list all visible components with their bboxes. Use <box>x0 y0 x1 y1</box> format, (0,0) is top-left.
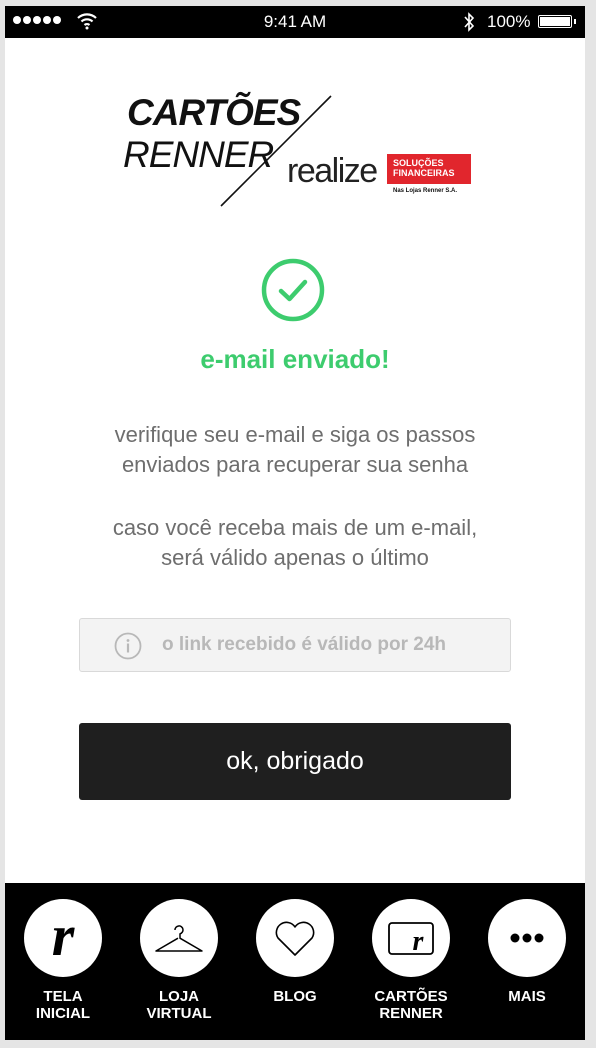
battery-icon <box>538 15 576 28</box>
logo-renner-text: RENNER <box>123 134 274 175</box>
info-box: o link recebido é válido por 24h <box>79 618 511 672</box>
logo-badge-line1: SOLUÇÕES <box>393 158 444 168</box>
hanger-icon <box>140 899 218 977</box>
logo-badge-line2: FINANCEIRAS <box>393 168 455 178</box>
ok-button[interactable]: ok, obrigado <box>79 723 511 800</box>
instruction-line-2: enviados para recuperar sua senha <box>121 452 469 477</box>
tab-label: MAIS <box>469 988 585 1005</box>
bottom-tab-bar: r TELA INICIAL LOJA VIRTUAL BLOG r CARTÕ… <box>5 883 585 1040</box>
info-icon <box>114 632 142 660</box>
card-icon: r <box>372 899 450 977</box>
status-bar: 9:41 AM 100% <box>5 6 585 38</box>
phone-screen: 9:41 AM 100% CARTÕES RENNER realize SOLU… <box>5 6 585 1040</box>
tab-label: BLOG <box>237 988 353 1005</box>
battery-percent: 100% <box>487 12 531 31</box>
svg-text:r: r <box>52 903 75 968</box>
cartoes-renner-logo: CARTÕES RENNER realize SOLUÇÕES FINANCEI… <box>115 86 485 226</box>
instruction-line-1: verifique seu e-mail e siga os passos <box>114 422 476 447</box>
tab-blog[interactable]: BLOG <box>237 883 353 1040</box>
tab-mais[interactable]: MAIS <box>469 883 585 1040</box>
tab-tela-inicial[interactable]: r TELA INICIAL <box>5 883 121 1040</box>
warning-line-1: caso você receba mais de um e-mail, <box>112 515 478 540</box>
tab-label: TELA INICIAL <box>5 988 121 1022</box>
warning-message: caso você receba mais de um e-mail, será… <box>45 513 545 573</box>
instruction-message: verifique seu e-mail e siga os passos en… <box>45 420 545 480</box>
heart-icon <box>256 899 334 977</box>
tab-label-line1: CARTÕES <box>374 988 448 1005</box>
logo-badge: SOLUÇÕES FINANCEIRAS <box>387 154 471 184</box>
logo-realize-text: realize <box>287 152 378 190</box>
tab-label-line1: MAIS <box>508 988 546 1005</box>
tab-label-line2: RENNER <box>379 1005 443 1022</box>
info-text: o link recebido é válido por 24h <box>162 634 447 655</box>
check-circle-icon <box>261 258 325 322</box>
more-dots-icon <box>488 899 566 977</box>
tab-label: CARTÕES RENNER <box>353 988 469 1022</box>
bluetooth-icon <box>464 12 475 32</box>
tab-label: LOJA VIRTUAL <box>121 988 237 1022</box>
tab-label-line1: BLOG <box>273 988 317 1005</box>
renner-r-icon: r <box>24 899 102 977</box>
warning-line-2: será válido apenas o último <box>161 545 429 570</box>
logo-subtitle: Nas Lojas Renner S.A. <box>393 188 458 194</box>
tab-cartoes-renner[interactable]: r CARTÕES RENNER <box>353 883 469 1040</box>
svg-text:r: r <box>413 926 425 957</box>
tab-loja-virtual[interactable]: LOJA VIRTUAL <box>121 883 237 1040</box>
tab-label-line1: TELA <box>43 988 83 1005</box>
tab-label-line2: INICIAL <box>35 1005 91 1022</box>
logo-cartoes-text: CARTÕES <box>127 92 301 133</box>
page-title: e-mail enviado! <box>200 344 390 374</box>
tab-label-line1: LOJA <box>158 988 199 1005</box>
tab-label-line2: VIRTUAL <box>146 1005 212 1022</box>
